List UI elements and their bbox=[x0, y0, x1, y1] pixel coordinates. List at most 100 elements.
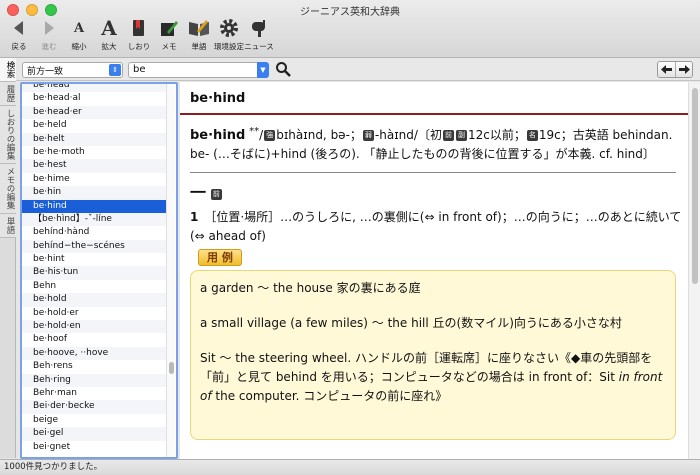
sense-definition: ［位置·場所］…のうしろに, …の裏側に(⇔ in front of)；…の向う… bbox=[190, 210, 682, 243]
forward-button[interactable]: 進む bbox=[34, 16, 64, 52]
bookmark-button[interactable]: しおり bbox=[124, 16, 154, 52]
list-item[interactable]: behínd−the−scénes bbox=[22, 239, 168, 254]
forward-button-label: 進む bbox=[41, 42, 57, 51]
list-item[interactable]: bei·gnet bbox=[22, 441, 168, 454]
list-item[interactable]: be·head·er bbox=[22, 105, 168, 120]
adverb-tag: 副 bbox=[455, 130, 467, 141]
wordbook-label: 単語 bbox=[191, 42, 207, 51]
search-icon[interactable] bbox=[275, 61, 291, 77]
weak-form-tag: 弱 bbox=[362, 130, 374, 141]
pos-symbol: 一 bbox=[190, 183, 207, 202]
back-arrow-icon bbox=[4, 16, 34, 40]
example-text: the computer. コンピュータの前に座れ》 bbox=[211, 389, 448, 403]
list-item[interactable]: be·hold bbox=[22, 293, 168, 307]
tab-memo-edit[interactable]: メモの編集 bbox=[0, 164, 16, 214]
tab-bookmark-edit[interactable]: しおりの編集 bbox=[0, 106, 16, 164]
examples-box: a garden 〜 the house 家の裏にある庭 a small vil… bbox=[190, 270, 676, 440]
examples-toggle[interactable]: 用 例 bbox=[198, 249, 242, 266]
preposition-tag: 前 bbox=[442, 130, 454, 141]
etymology-text-1: 〔初 bbox=[417, 128, 442, 142]
list-item[interactable]: be·held bbox=[22, 119, 168, 132]
forward-arrow-icon bbox=[34, 16, 64, 40]
list-item[interactable]: be·hold·en bbox=[22, 320, 168, 334]
entry-headword: be·hind bbox=[190, 91, 246, 106]
wordbook-icon bbox=[184, 16, 214, 40]
sense-1: 1 ［位置·場所］…のうしろに, …の裏側に(⇔ in front of)；…の向… bbox=[190, 208, 686, 246]
list-item[interactable]: Be·his·tun bbox=[22, 266, 168, 280]
previous-entry-button[interactable] bbox=[658, 62, 675, 77]
word-list-scroll-thumb[interactable] bbox=[169, 362, 174, 374]
tab-search[interactable]: 検索 bbox=[0, 58, 16, 82]
news-label: ニュース bbox=[244, 42, 274, 51]
shrink-text-icon: A bbox=[73, 20, 85, 36]
back-button-label: 戻る bbox=[11, 42, 27, 51]
list-item[interactable]: be·head·al bbox=[22, 92, 168, 105]
right-arrow-icon bbox=[678, 65, 690, 74]
pronunciation-2: -hàɪnd/ bbox=[374, 128, 418, 142]
content-scrollbar[interactable] bbox=[688, 82, 700, 459]
memo-pencil-icon bbox=[154, 16, 184, 40]
list-item[interactable]: beige bbox=[22, 414, 168, 427]
list-item[interactable]: be·he·moth bbox=[22, 146, 168, 159]
gear-icon bbox=[214, 16, 244, 40]
chevron-down-icon: ▼ bbox=[260, 66, 266, 74]
word-list-panel: be·head be·head·al be·head·er be·held be·hel… bbox=[20, 82, 178, 459]
wordbook-button[interactable]: 単語 bbox=[184, 16, 214, 52]
enlarge-text-label: 拡大 bbox=[101, 42, 117, 51]
settings-button[interactable]: 環境設定 bbox=[214, 16, 244, 52]
enlarge-text-button[interactable]: A 拡大 bbox=[94, 16, 124, 52]
list-item[interactable]: be·hoove, ··hove bbox=[22, 346, 168, 361]
entry-body: be·hind **/強 bɪhàɪnd, bə-；弱 -hàɪnd/〔初前副 12c… bbox=[190, 122, 686, 440]
list-item[interactable]: be·hold·er bbox=[22, 307, 168, 320]
example-sentence: a garden 〜 the house 家の裏にある庭 bbox=[200, 281, 421, 295]
shrink-text-button[interactable]: A 縮小 bbox=[64, 16, 94, 52]
list-item[interactable]: 【be·hìnd】-ˇ-líne bbox=[22, 212, 168, 227]
etymology-text-2: 12c以前； bbox=[467, 128, 526, 142]
content-scroll-thumb[interactable] bbox=[692, 88, 698, 284]
tab-history[interactable]: 履歴 bbox=[0, 82, 16, 106]
settings-label: 環境設定 bbox=[214, 42, 244, 51]
status-bar: 1000件見つかりました。 bbox=[0, 459, 700, 475]
entry-content-pane: be·hind be·hind **/強 bɪhàɪnd, bə-；弱 -hàɪnd… bbox=[180, 82, 700, 459]
window-chrome: ジーニアス英和大辞典 戻る 進む A 縮小 A 拡大 しおり メモ 単語 環境設… bbox=[0, 0, 700, 58]
side-tab-strip: 検索 履歴 しおりの編集 メモの編集 単語 bbox=[0, 58, 16, 458]
chevron-updown-icon: ⇕ bbox=[109, 64, 121, 76]
memo-label: メモ bbox=[161, 42, 177, 51]
list-item[interactable]: be·hest bbox=[22, 159, 168, 173]
entry-head-bold: be·hind bbox=[190, 128, 246, 143]
list-item[interactable]: bei·gel bbox=[22, 427, 168, 441]
pronunciation-1: bɪhàɪnd, bə- bbox=[276, 128, 350, 142]
example-text: Sit 〜 the steering wheel. ハンドルの前［運転席］に座り… bbox=[200, 351, 653, 384]
entry-stars: ** bbox=[249, 126, 260, 137]
bookmark-icon bbox=[124, 16, 154, 40]
list-item[interactable]: behínd·hànd bbox=[22, 226, 168, 239]
word-list[interactable]: be·head be·head·al be·head·er be·held be·hel… bbox=[22, 84, 168, 454]
search-mode-select[interactable]: 前方一致 ⇕ bbox=[22, 62, 123, 78]
list-item[interactable]: be·head bbox=[22, 84, 168, 93]
list-item[interactable]: Bei·der·becke bbox=[22, 400, 168, 414]
next-entry-button[interactable] bbox=[675, 62, 692, 77]
selected-list-item[interactable]: be·hind bbox=[22, 199, 168, 213]
list-item[interactable]: be·hime bbox=[22, 173, 168, 186]
strong-form-tag: 強 bbox=[264, 130, 276, 141]
news-button[interactable]: ニュース bbox=[244, 16, 274, 52]
list-item[interactable]: be·hin bbox=[22, 186, 168, 200]
entry-nav-buttons bbox=[657, 61, 693, 78]
list-item[interactable]: be·hint bbox=[22, 253, 168, 266]
tab-wordbook[interactable]: 単語 bbox=[0, 213, 16, 238]
word-list-scrollbar[interactable] bbox=[166, 84, 175, 457]
list-item[interactable]: be·hoof bbox=[22, 333, 168, 346]
list-item[interactable]: Beh·rens bbox=[22, 360, 168, 373]
search-history-dropdown[interactable]: ▼ bbox=[257, 62, 269, 78]
search-input[interactable]: be bbox=[128, 62, 268, 78]
list-item[interactable]: be·helt bbox=[22, 132, 168, 146]
back-button[interactable]: 戻る bbox=[4, 16, 34, 52]
entry-header: be·hind bbox=[180, 82, 688, 115]
example-sentence: Sit 〜 the steering wheel. ハンドルの前［運転席］に座り… bbox=[200, 349, 666, 406]
sense-number: 1 bbox=[190, 210, 199, 224]
section-divider bbox=[190, 172, 676, 173]
list-item[interactable]: Behr·man bbox=[22, 387, 168, 400]
list-item[interactable]: Behn bbox=[22, 280, 168, 293]
list-item[interactable]: Beh·ring bbox=[22, 373, 168, 387]
memo-button[interactable]: メモ bbox=[154, 16, 184, 52]
